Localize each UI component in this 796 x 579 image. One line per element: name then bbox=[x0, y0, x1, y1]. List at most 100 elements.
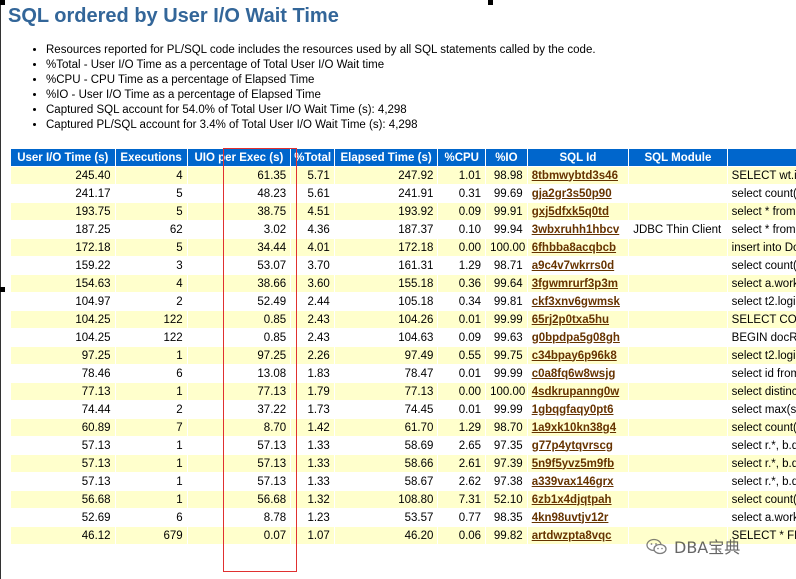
sql-id-link[interactable]: 6fhbba8acqbcb bbox=[532, 242, 616, 254]
sql-id-link[interactable]: c0a8fq6w8wsjg bbox=[532, 368, 616, 380]
cell-sql-id: a9c4v7wkrrs0d bbox=[527, 257, 629, 274]
column-header-pct-cpu[interactable]: %CPU bbox=[438, 149, 486, 166]
column-header-executions[interactable]: Executions bbox=[115, 149, 187, 166]
column-header-uio-time[interactable]: User I/O Time (s) bbox=[11, 149, 115, 166]
cell-elapsed-time: 58.67 bbox=[334, 473, 438, 490]
sql-id-link[interactable]: ckf3xnv6gwmsk bbox=[532, 296, 620, 308]
cell-sql-text: select distinct bbox=[727, 383, 796, 400]
sql-id-link[interactable]: 4kn98uvtjv12r bbox=[532, 512, 609, 524]
cell-uio-per-exec: 38.66 bbox=[187, 275, 291, 292]
column-header-sql-module[interactable]: SQL Module bbox=[629, 149, 727, 166]
sql-id-link[interactable]: 3fgwmrurf3p3m bbox=[532, 278, 618, 290]
cell-sql-id: 6zb1x4djqtpah bbox=[527, 491, 629, 508]
cell-pct-io: 98.98 bbox=[486, 167, 527, 184]
selection-handle[interactable] bbox=[0, 0, 5, 5]
cell-sql-module bbox=[629, 365, 727, 382]
table-row: 104.97 2 52.49 2.44 105.18 0.34 99.81 ckf3xnv6g… bbox=[11, 293, 796, 310]
cell-executions: 4 bbox=[115, 167, 187, 184]
sql-id-link[interactable]: 1a9xk10kn38g4 bbox=[532, 422, 616, 434]
sql-id-link[interactable]: g0bpdpa5g08gh bbox=[532, 332, 620, 344]
cell-elapsed-time: 58.66 bbox=[334, 455, 438, 472]
table-row: 187.25 62 3.02 4.36 187.37 0.10 99.94 3wbxruhh1… bbox=[11, 221, 796, 238]
sql-id-link[interactable]: 3wbxruhh1hbcv bbox=[532, 224, 620, 236]
cell-pct-cpu: 1.01 bbox=[438, 167, 486, 184]
sql-id-link[interactable]: gja2gr3s50p90 bbox=[532, 188, 612, 200]
table-row: 172.18 5 34.44 4.01 172.18 0.00 100.00 6fhbba8a… bbox=[11, 239, 796, 256]
cell-sql-text: select * from ( bbox=[727, 203, 796, 220]
cell-pct-cpu: 1.29 bbox=[438, 419, 486, 436]
cell-sql-id: 65rj2p0txa5hu bbox=[527, 311, 629, 328]
sql-id-link[interactable]: 1gbqgfaqy0pt6 bbox=[532, 404, 614, 416]
cell-pct-cpu: 2.61 bbox=[438, 455, 486, 472]
cell-elapsed-time: 105.18 bbox=[334, 293, 438, 310]
cell-uio-time: 78.46 bbox=[11, 365, 115, 382]
cell-sql-text: select a.workf bbox=[727, 275, 796, 292]
sql-id-link[interactable]: 65rj2p0txa5hu bbox=[532, 314, 609, 326]
cell-pct-total: 5.71 bbox=[291, 167, 334, 184]
cell-sql-text: select count(id bbox=[727, 491, 796, 508]
cell-sql-id: 4kn98uvtjv12r bbox=[527, 509, 629, 526]
cell-pct-cpu: 0.01 bbox=[438, 311, 486, 328]
table-row: 74.44 2 37.22 1.73 74.45 0.01 99.99 1gbqgfaqy0p… bbox=[11, 401, 796, 418]
cell-pct-cpu: 0.09 bbox=[438, 203, 486, 220]
sql-id-link[interactable]: artdwzpta8vqc bbox=[532, 530, 612, 542]
column-header-pct-io[interactable]: %IO bbox=[486, 149, 527, 166]
sql-id-link[interactable]: a339vax146grx bbox=[532, 476, 614, 488]
selection-handle[interactable] bbox=[488, 0, 493, 5]
cell-sql-text: select * from ( bbox=[727, 221, 796, 238]
sql-id-link[interactable]: 5n9f5yvz5m9fb bbox=[532, 458, 614, 470]
cell-sql-text: select id from bbox=[727, 365, 796, 382]
cell-uio-time: 74.44 bbox=[11, 401, 115, 418]
selection-handle[interactable] bbox=[0, 287, 5, 292]
column-header-uio-per-exec[interactable]: UIO per Exec (s) bbox=[187, 149, 291, 166]
note-item: %Total - User I/O Time as a percentage o… bbox=[46, 58, 596, 73]
table-row: 60.89 7 8.70 1.42 61.70 1.29 98.70 1a9xk10kn38g… bbox=[11, 419, 796, 436]
cell-executions: 1 bbox=[115, 491, 187, 508]
cell-pct-total: 1.32 bbox=[291, 491, 334, 508]
cell-pct-io: 99.64 bbox=[486, 275, 527, 292]
cell-sql-module bbox=[629, 401, 727, 418]
cell-uio-per-exec: 77.13 bbox=[187, 383, 291, 400]
table-row: 241.17 5 48.23 5.61 241.91 0.31 99.69 gja2gr3s5… bbox=[11, 185, 796, 202]
cell-uio-time: 60.89 bbox=[11, 419, 115, 436]
column-header-sql-text[interactable] bbox=[727, 149, 796, 166]
sql-id-link[interactable]: gxj5dfxk5q0td bbox=[532, 206, 609, 218]
cell-uio-time: 56.68 bbox=[11, 491, 115, 508]
table-row: 57.13 1 57.13 1.33 58.67 2.62 97.38 a339vax146g… bbox=[11, 473, 796, 490]
cell-pct-total: 1.83 bbox=[291, 365, 334, 382]
cell-executions: 3 bbox=[115, 257, 187, 274]
column-header-pct-total[interactable]: %Total bbox=[291, 149, 334, 166]
cell-pct-io: 97.38 bbox=[486, 473, 527, 490]
sql-id-link[interactable]: 6zb1x4djqtpah bbox=[532, 494, 612, 506]
watermark: DBA宝典 bbox=[646, 534, 740, 560]
sql-id-link[interactable]: 8tbmwybtd3s46 bbox=[532, 170, 618, 182]
column-header-sql-id[interactable]: SQL Id bbox=[527, 149, 629, 166]
cell-elapsed-time: 104.26 bbox=[334, 311, 438, 328]
cell-sql-text: select count( bbox=[727, 419, 796, 436]
cell-elapsed-time: 161.31 bbox=[334, 257, 438, 274]
cell-pct-total: 1.79 bbox=[291, 383, 334, 400]
column-header-elapsed-time[interactable]: Elapsed Time (s) bbox=[334, 149, 438, 166]
cell-uio-per-exec: 3.02 bbox=[187, 221, 291, 238]
sql-id-link[interactable]: c34bpay6p96k8 bbox=[532, 350, 617, 362]
table-row: 78.46 6 13.08 1.83 78.47 0.01 99.99 c0a8fq6w8ws… bbox=[11, 365, 796, 382]
cell-uio-per-exec: 52.49 bbox=[187, 293, 291, 310]
wechat-icon bbox=[646, 538, 668, 560]
cell-sql-text: select r.*, b.d bbox=[727, 473, 796, 490]
cell-uio-time: 57.13 bbox=[11, 455, 115, 472]
cell-pct-cpu: 1.29 bbox=[438, 257, 486, 274]
cell-sql-text: select t2.logid bbox=[727, 347, 796, 364]
cell-pct-total: 1.33 bbox=[291, 473, 334, 490]
sql-id-link[interactable]: g77p4ytqvrscg bbox=[532, 440, 613, 452]
sql-id-link[interactable]: a9c4v7wkrrs0d bbox=[532, 260, 614, 272]
cell-sql-module bbox=[629, 293, 727, 310]
cell-sql-text: BEGIN docRe bbox=[727, 329, 796, 346]
watermark-text: DBA宝典 bbox=[674, 538, 741, 557]
cell-pct-io: 98.70 bbox=[486, 419, 527, 436]
cell-executions: 1 bbox=[115, 383, 187, 400]
cell-pct-cpu: 7.31 bbox=[438, 491, 486, 508]
cell-pct-io: 99.82 bbox=[486, 527, 527, 544]
cell-pct-io: 99.99 bbox=[486, 401, 527, 418]
cell-uio-time: 57.13 bbox=[11, 437, 115, 454]
sql-id-link[interactable]: 4sdkrupanng0w bbox=[532, 386, 620, 398]
